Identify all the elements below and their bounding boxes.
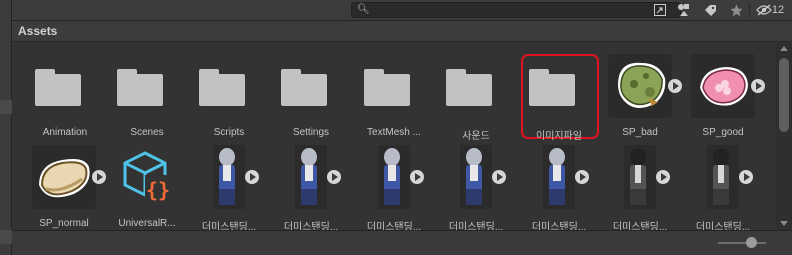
vertical-scrollbar[interactable] xyxy=(776,42,792,230)
left-panel-edge xyxy=(0,0,12,255)
folder-icon xyxy=(35,69,81,106)
asset-label: Animation xyxy=(42,127,88,138)
svg-text:{}: {} xyxy=(146,178,170,202)
folder-icon xyxy=(364,69,410,106)
status-footer xyxy=(12,230,792,255)
folder-icon xyxy=(117,69,163,106)
search-input[interactable]: 🔍︎ xyxy=(351,2,681,18)
asset-label: SP_normal xyxy=(39,218,89,229)
expand-arrow-icon[interactable] xyxy=(92,170,106,184)
expand-arrow-icon[interactable] xyxy=(245,170,259,184)
asset-label: Settings xyxy=(292,127,330,138)
favorite-star-icon[interactable] xyxy=(728,2,744,18)
left-panel-marker xyxy=(0,230,12,244)
folder-icon xyxy=(281,69,327,106)
project-toolbar: 🔍︎ 12 xyxy=(12,0,792,21)
scroll-up-arrow-icon[interactable] xyxy=(780,46,788,51)
toolbar-divider xyxy=(749,3,750,18)
asset-label: SP_bad xyxy=(622,127,658,138)
folder-icon xyxy=(446,69,492,106)
sprite-thumbnail xyxy=(32,145,96,209)
bad-potato-icon xyxy=(616,60,668,110)
asset-label: 사운드 xyxy=(462,131,490,142)
expand-arrow-icon[interactable] xyxy=(751,79,765,93)
thumbnail-size-slider[interactable] xyxy=(718,242,766,244)
pipeline-asset-thumbnail: {} xyxy=(115,145,179,209)
asset-label: TextMesh ... xyxy=(367,127,421,138)
expand-arrow-icon[interactable] xyxy=(327,170,341,184)
asset-label: Scripts xyxy=(213,127,245,138)
expand-arrow-icon[interactable] xyxy=(739,170,753,184)
scroll-thumb[interactable] xyxy=(779,58,789,132)
toolbar-divider xyxy=(671,3,672,18)
left-panel-marker xyxy=(0,100,12,114)
sprite-thumbnail xyxy=(691,54,755,118)
breadcrumb: Assets xyxy=(12,21,792,42)
hidden-packages-toggle[interactable]: 12 xyxy=(754,2,786,18)
eye-slash-icon xyxy=(756,4,772,16)
filter-by-type-icon[interactable] xyxy=(676,2,692,18)
asset-label: UniversalR... xyxy=(118,218,176,229)
sprite-thumbnail xyxy=(608,54,672,118)
expand-arrow-icon[interactable] xyxy=(575,170,589,184)
asset-label: 이미지파일 xyxy=(536,131,582,142)
good-potato-icon xyxy=(697,64,751,108)
normal-potato-icon xyxy=(36,157,92,200)
folder-icon xyxy=(529,69,575,106)
expand-arrow-icon[interactable] xyxy=(410,170,424,184)
breadcrumb-assets[interactable]: Assets xyxy=(18,24,57,38)
asset-label: Scenes xyxy=(130,127,164,138)
filter-by-label-icon[interactable] xyxy=(702,2,718,18)
expand-arrow-icon[interactable] xyxy=(492,170,506,184)
scriptable-object-icon: {} xyxy=(123,151,171,203)
search-by-type-icon[interactable] xyxy=(653,2,667,18)
expand-arrow-icon[interactable] xyxy=(668,79,682,93)
scroll-down-arrow-icon[interactable] xyxy=(780,221,788,226)
thumbnail-size-slider-handle[interactable] xyxy=(746,237,757,248)
folder-icon xyxy=(199,69,245,106)
expand-arrow-icon[interactable] xyxy=(656,170,670,184)
asset-label: SP_good xyxy=(702,127,744,138)
hidden-packages-count: 12 xyxy=(771,4,785,16)
search-icon: 🔍︎ xyxy=(357,4,370,15)
